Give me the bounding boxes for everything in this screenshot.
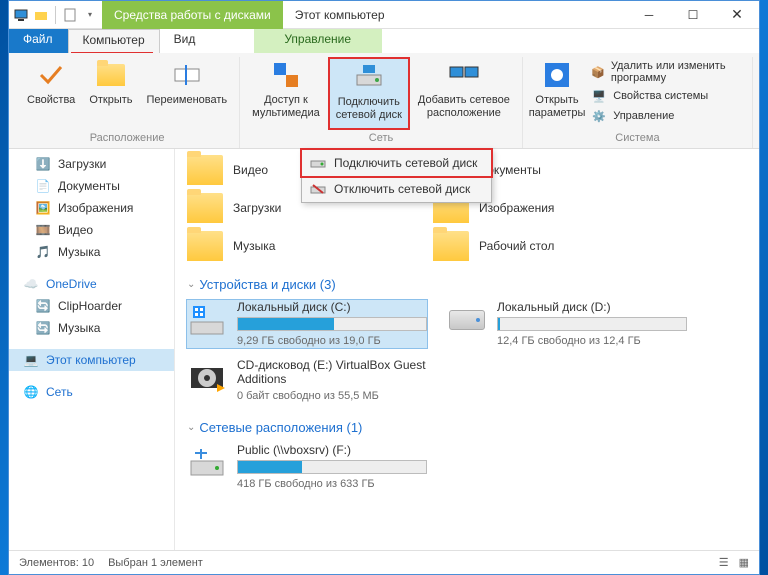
tab-file[interactable]: Файл bbox=[9, 29, 68, 53]
tiles-view-icon[interactable]: ▦ bbox=[739, 556, 749, 569]
window-title: Этот компьютер bbox=[283, 8, 397, 22]
music-icon: 🎵 bbox=[35, 244, 51, 260]
tab-manage[interactable]: Управление bbox=[254, 29, 382, 53]
dropdown-disconnect-drive[interactable]: Отключить сетевой диск bbox=[302, 176, 491, 202]
folder-icon bbox=[187, 155, 223, 185]
folder-music[interactable]: Музыка bbox=[187, 231, 417, 261]
cloud-icon: ☁️ bbox=[23, 276, 39, 292]
network-drive-icon bbox=[353, 61, 385, 93]
network-drive-icon bbox=[187, 443, 227, 483]
box-icon: 📦 bbox=[591, 64, 605, 80]
computer-icon bbox=[13, 7, 29, 23]
minimize-button[interactable]: ─ bbox=[627, 1, 671, 29]
nav-network[interactable]: 🌐Сеть bbox=[9, 381, 174, 403]
window-controls: ─ ☐ ✕ bbox=[627, 1, 759, 29]
network-grid: Public (\\vboxsrv) (F:) 418 ГБ свободно … bbox=[187, 443, 747, 491]
view-switcher: ☰ ▦ bbox=[719, 556, 749, 569]
sync-icon: 🔄 bbox=[35, 320, 51, 336]
picture-icon: 🖼️ bbox=[35, 200, 51, 216]
hdd-icon bbox=[447, 300, 487, 340]
folder-icon bbox=[433, 231, 469, 261]
nav-cliphoarder[interactable]: 🔄ClipHoarder bbox=[9, 295, 174, 317]
map-network-drive-button[interactable]: Подключить сетевой диск bbox=[328, 57, 410, 130]
monitor-icon: 🖥️ bbox=[591, 88, 607, 104]
system-links: 📦Удалить или изменить программу 🖥️Свойст… bbox=[587, 57, 746, 127]
status-element-count: Элементов: 10 bbox=[19, 557, 94, 569]
rename-icon bbox=[171, 59, 203, 91]
dropdown-caret-icon[interactable]: ▾ bbox=[82, 7, 98, 23]
manage-link[interactable]: ⚙️Управление bbox=[587, 107, 746, 125]
folder-icon bbox=[187, 231, 223, 261]
folder-open-icon bbox=[95, 59, 127, 91]
ribbon-group-network: Доступ к мультимедиа Подключить сетевой … bbox=[240, 57, 523, 148]
nav-videos[interactable]: 🎞️Видео bbox=[9, 219, 174, 241]
quick-access-toolbar: ▾ bbox=[9, 6, 102, 24]
properties-icon[interactable] bbox=[62, 7, 78, 23]
content-pane: Видео Документы Загрузки Изображения Муз… bbox=[175, 149, 759, 550]
folder-icon bbox=[187, 193, 223, 223]
video-icon: 🎞️ bbox=[35, 222, 51, 238]
contextual-tab-header: Средства работы с дисками bbox=[102, 1, 283, 29]
ribbon-group-location: Свойства Открыть Переименовать Расположе… bbox=[15, 57, 240, 148]
drives-grid: Локальный диск (C:) 9,29 ГБ свободно из … bbox=[187, 300, 747, 404]
section-network-header[interactable]: Сетевые расположения (1) bbox=[187, 414, 747, 443]
checkmark-icon bbox=[35, 59, 67, 91]
sync-icon: 🔄 bbox=[35, 298, 51, 314]
capacity-bar bbox=[497, 317, 687, 331]
network-drive-f[interactable]: Public (\\vboxsrv) (F:) 418 ГБ свободно … bbox=[187, 443, 427, 491]
drive-e[interactable]: CD-дисковод (E:) VirtualBox Guest Additi… bbox=[187, 358, 427, 403]
media-icon bbox=[270, 59, 302, 91]
nav-this-pc[interactable]: 💻Этот компьютер bbox=[9, 349, 174, 371]
titlebar: ▾ Средства работы с дисками Этот компьют… bbox=[9, 1, 759, 29]
cd-icon bbox=[187, 358, 227, 398]
details-view-icon[interactable]: ☰ bbox=[719, 556, 729, 569]
close-button[interactable]: ✕ bbox=[715, 1, 759, 29]
disconnect-drive-icon bbox=[310, 181, 326, 197]
ribbon: Свойства Открыть Переименовать Расположе… bbox=[9, 53, 759, 149]
map-drive-dropdown: Подключить сетевой диск Отключить сетево… bbox=[301, 149, 492, 203]
nav-documents[interactable]: 📄Документы bbox=[9, 175, 174, 197]
settings-icon bbox=[541, 59, 573, 91]
nav-music-2[interactable]: 🔄Музыка bbox=[9, 317, 174, 339]
network-icon: 🌐 bbox=[23, 384, 39, 400]
explorer-body: ⬇️Загрузки 📄Документы 🖼️Изображения 🎞️Ви… bbox=[9, 149, 759, 550]
gear-icon: ⚙️ bbox=[591, 108, 607, 124]
document-icon: 📄 bbox=[35, 178, 51, 194]
separator bbox=[55, 6, 56, 24]
rename-button[interactable]: Переименовать bbox=[141, 57, 234, 130]
properties-button[interactable]: Свойства bbox=[21, 57, 81, 130]
tab-view[interactable]: Вид bbox=[160, 29, 211, 53]
navigation-pane: ⬇️Загрузки 📄Документы 🖼️Изображения 🎞️Ви… bbox=[9, 149, 175, 550]
statusbar: Элементов: 10 Выбран 1 элемент ☰ ▦ bbox=[9, 550, 759, 574]
connect-drive-icon bbox=[310, 155, 326, 171]
capacity-bar bbox=[237, 460, 427, 474]
media-access-button[interactable]: Доступ к мультимедиа bbox=[246, 57, 326, 130]
tab-computer[interactable]: Компьютер bbox=[68, 29, 160, 53]
nav-onedrive[interactable]: ☁️OneDrive bbox=[9, 273, 174, 295]
download-icon: ⬇️ bbox=[35, 156, 51, 172]
open-settings-button[interactable]: Открыть параметры bbox=[529, 57, 585, 122]
dropdown-connect-drive[interactable]: Подключить сетевой диск bbox=[300, 148, 493, 178]
uninstall-program-link[interactable]: 📦Удалить или изменить программу bbox=[587, 59, 746, 85]
status-selected: Выбран 1 элемент bbox=[108, 557, 203, 569]
folder-desktop[interactable]: Рабочий стол bbox=[433, 231, 663, 261]
nav-downloads[interactable]: ⬇️Загрузки bbox=[9, 153, 174, 175]
hdd-icon bbox=[187, 300, 227, 340]
drive-d[interactable]: Локальный диск (D:) 12,4 ГБ свободно из … bbox=[447, 300, 687, 348]
nav-pictures[interactable]: 🖼️Изображения bbox=[9, 197, 174, 219]
open-button[interactable]: Открыть bbox=[83, 57, 138, 130]
computer-icon: 💻 bbox=[23, 352, 39, 368]
capacity-bar bbox=[237, 317, 427, 331]
system-properties-link[interactable]: 🖥️Свойства системы bbox=[587, 87, 746, 105]
ribbon-group-system: Открыть параметры 📦Удалить или изменить … bbox=[523, 57, 753, 148]
maximize-button[interactable]: ☐ bbox=[671, 1, 715, 29]
folder-icon bbox=[33, 7, 49, 23]
nav-music[interactable]: 🎵Музыка bbox=[9, 241, 174, 263]
monitors-icon bbox=[448, 59, 480, 91]
ribbon-tabs: Файл Компьютер Вид Управление bbox=[9, 29, 759, 53]
section-drives-header[interactable]: Устройства и диски (3) bbox=[187, 271, 747, 300]
explorer-window: ▾ Средства работы с дисками Этот компьют… bbox=[8, 0, 760, 575]
add-network-location-button[interactable]: Добавить сетевое расположение bbox=[412, 57, 516, 130]
drive-c[interactable]: Локальный диск (C:) 9,29 ГБ свободно из … bbox=[187, 300, 427, 348]
